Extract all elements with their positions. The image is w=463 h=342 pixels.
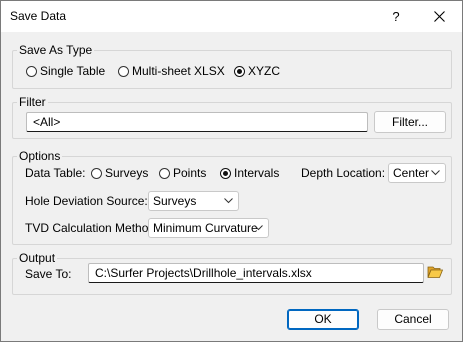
save-to-path-field[interactable]: C:\Surfer Projects\Drillhole_intervals.x…	[88, 263, 424, 283]
save-as-type-legend: Save As Type	[19, 43, 93, 57]
radio-label: Points	[173, 166, 207, 180]
tvd-method-label: TVD Calculation Method:	[25, 221, 159, 235]
help-button[interactable]: ?	[381, 1, 411, 32]
radio-surveys[interactable]: Surveys	[91, 165, 148, 181]
save-data-dialog: Save Data ? Save As Type Single Table Mu…	[0, 0, 463, 342]
radio-circle	[91, 167, 102, 179]
filter-field[interactable]: <All>	[26, 112, 368, 132]
radio-points[interactable]: Points	[159, 165, 206, 181]
radio-label: XYZC	[248, 64, 281, 78]
chevron-down-icon	[254, 225, 263, 231]
depth-location-value: Center	[393, 166, 430, 180]
radio-circle-selected	[220, 167, 231, 179]
tvd-method-dropdown[interactable]: Minimum Curvature	[148, 218, 269, 238]
radio-label: Single Table	[40, 64, 106, 78]
chevron-down-icon	[224, 198, 233, 204]
close-button[interactable]	[425, 1, 455, 32]
radio-label: Multi-sheet XLSX	[132, 64, 225, 78]
cancel-button[interactable]: Cancel	[377, 309, 449, 330]
depth-location-dropdown[interactable]: Center	[388, 163, 446, 183]
radio-label: Intervals	[234, 166, 280, 180]
radio-circle	[118, 65, 129, 77]
title-bar: Save Data ?	[1, 1, 462, 32]
hole-deviation-label: Hole Deviation Source:	[25, 194, 148, 208]
dialog-title: Save Data	[10, 9, 67, 23]
close-icon	[434, 11, 445, 22]
hole-deviation-dropdown[interactable]: Surveys	[148, 191, 239, 211]
options-legend: Options	[19, 149, 61, 163]
radio-label: Surveys	[105, 166, 149, 180]
radio-xyzc[interactable]: XYZC	[234, 63, 280, 79]
radio-circle	[26, 65, 37, 77]
open-folder-icon[interactable]	[427, 265, 443, 279]
radio-circle	[159, 167, 170, 179]
ok-button[interactable]: OK	[287, 309, 359, 330]
tvd-method-value: Minimum Curvature	[153, 221, 258, 235]
save-to-label: Save To:	[25, 267, 72, 281]
data-table-label: Data Table:	[25, 166, 86, 180]
output-legend: Output	[19, 251, 56, 265]
chevron-down-icon	[431, 170, 440, 176]
filter-button[interactable]: Filter...	[374, 111, 446, 133]
depth-location-label: Depth Location:	[301, 166, 386, 180]
radio-multi-sheet-xlsx[interactable]: Multi-sheet XLSX	[118, 63, 225, 79]
hole-deviation-value: Surveys	[153, 194, 197, 208]
radio-single-table[interactable]: Single Table	[26, 63, 105, 79]
radio-circle-selected	[234, 65, 245, 77]
filter-legend: Filter	[19, 95, 46, 109]
radio-intervals[interactable]: Intervals	[220, 165, 279, 181]
